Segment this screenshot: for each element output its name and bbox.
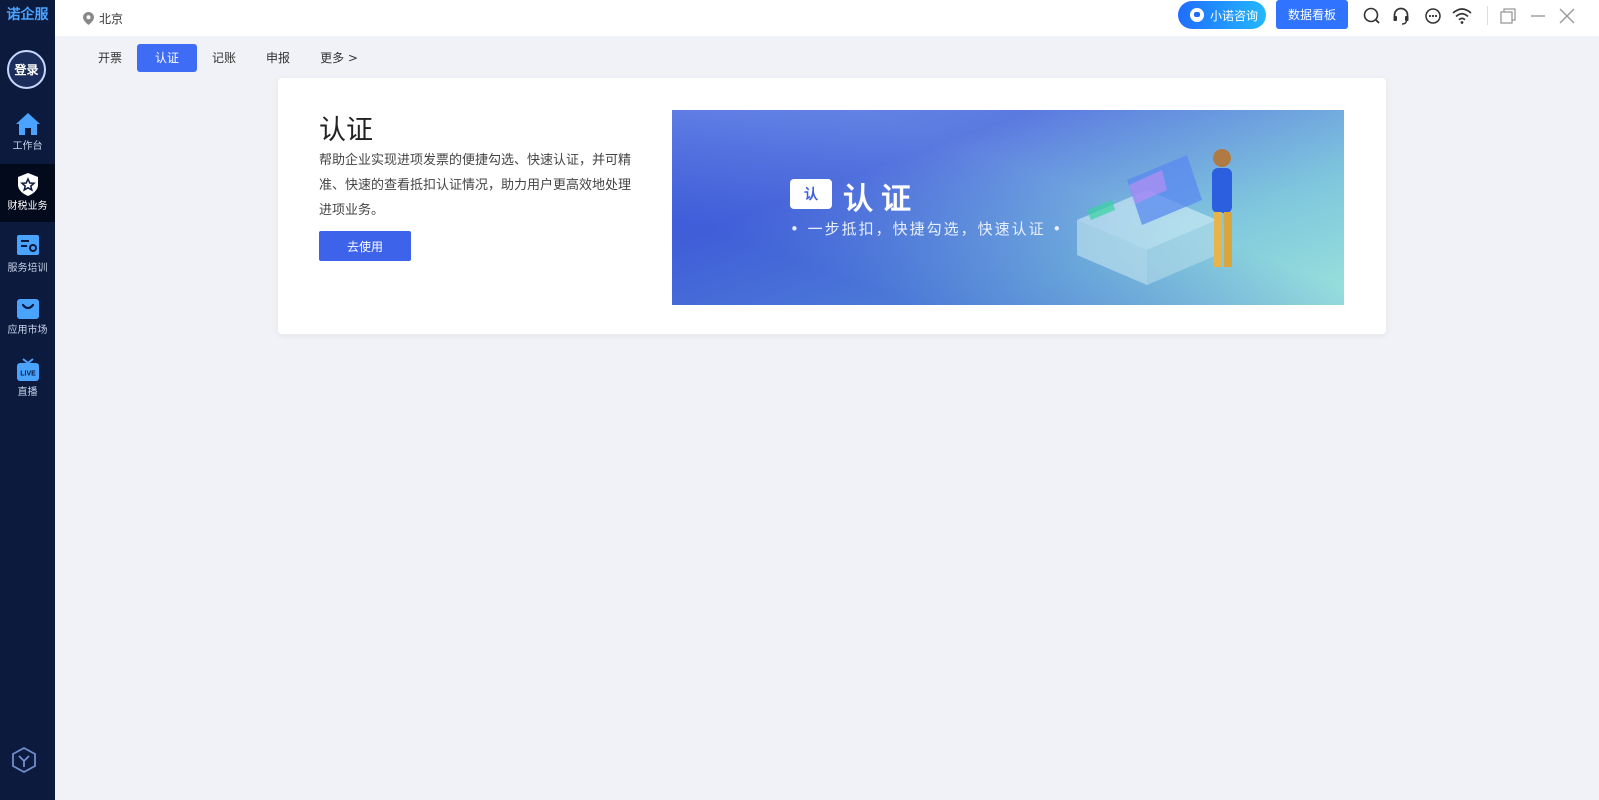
sidebar-item-live[interactable]: LIVE 直播 <box>0 350 55 408</box>
banner-badge: 认 <box>790 179 832 209</box>
sidebar: 诺企服 登录 工作台 财税业务 服务培训 应用市场 LIVE 直播 <box>0 0 55 800</box>
toolbar-divider <box>1487 6 1488 25</box>
consult-button[interactable]: 小诺咨询 <box>1178 1 1266 29</box>
location-pin-icon <box>83 12 94 25</box>
live-tv-icon: LIVE <box>16 358 39 381</box>
sidebar-item-label: 财税业务 <box>7 201 48 212</box>
svg-text:LIVE: LIVE <box>20 371 36 378</box>
banner-illustration <box>1077 149 1232 285</box>
top-bar: 北京 小诺咨询 数据看板 <box>55 0 1599 36</box>
tab-certification[interactable]: 认证 <box>137 44 198 72</box>
business-tabs: 开票 认证 记账 申报 更多 > <box>83 44 373 72</box>
sidebar-item-training[interactable]: 服务培训 <box>0 226 55 284</box>
cube-icon[interactable] <box>11 746 37 774</box>
search-icon[interactable] <box>1362 6 1382 26</box>
wifi-icon[interactable] <box>1451 6 1473 26</box>
banner-title: 认证 <box>843 182 919 217</box>
sidebar-item-app-market[interactable]: 应用市场 <box>0 288 55 346</box>
sidebar-item-label: 服务培训 <box>7 263 48 274</box>
sidebar-item-label: 直播 <box>17 387 38 398</box>
card-title: 认证 <box>319 115 373 146</box>
banner-subtitle: • 一步抵扣，快捷勾选，快速认证 • <box>790 220 1064 238</box>
app-logo: 诺企服 <box>6 7 49 23</box>
sidebar-item-label: 应用市场 <box>7 325 48 336</box>
home-icon <box>15 113 40 135</box>
restore-window-icon[interactable] <box>1498 6 1518 26</box>
consult-button-label: 小诺咨询 <box>1210 8 1259 23</box>
card-description: 帮助企业实现进项发票的便捷勾选、快速认证，并可精准、快速的查看抵扣认证情况，助力… <box>319 153 632 218</box>
bag-icon <box>16 299 39 319</box>
location-selector[interactable]: 北京 <box>83 10 123 27</box>
headset-icon[interactable] <box>1391 6 1411 26</box>
sidebar-item-workbench[interactable]: 工作台 <box>0 104 55 162</box>
more-options-icon[interactable] <box>1423 6 1443 26</box>
shield-star-icon <box>17 173 38 196</box>
feature-card: 认证 帮助企业实现进项发票的便捷勾选、快速认证，并可精准、快速的查看抵扣认证情况… <box>278 78 1386 334</box>
sidebar-item-tax-business[interactable]: 财税业务 <box>0 164 55 222</box>
close-icon[interactable] <box>1557 6 1577 26</box>
login-button[interactable]: 登录 <box>7 50 46 89</box>
use-button[interactable]: 去使用 <box>319 231 411 261</box>
minimize-icon[interactable] <box>1528 6 1548 26</box>
location-label: 北京 <box>99 12 124 26</box>
tab-invoicing[interactable]: 开票 <box>83 44 137 72</box>
tab-declaration[interactable]: 申报 <box>251 44 305 72</box>
sidebar-item-label: 工作台 <box>12 141 43 152</box>
training-icon <box>16 235 39 255</box>
tab-bookkeeping[interactable]: 记账 <box>197 44 251 72</box>
dashboard-button[interactable]: 数据看板 <box>1276 0 1348 29</box>
tab-more[interactable]: 更多 > <box>305 44 373 72</box>
feature-banner: 认 认证 • 一步抵扣，快捷勾选，快速认证 • <box>672 110 1344 305</box>
robot-icon <box>1190 8 1204 22</box>
